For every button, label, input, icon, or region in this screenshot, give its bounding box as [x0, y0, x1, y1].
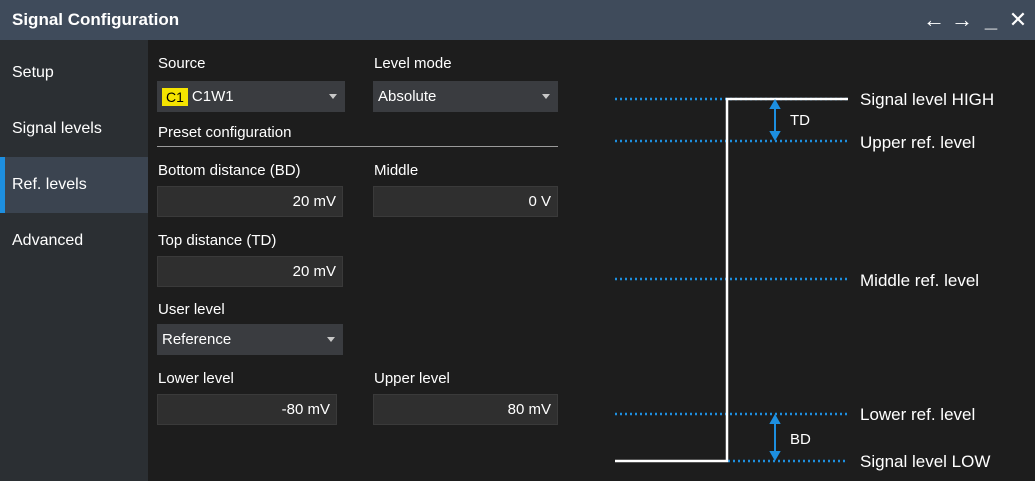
close-icon[interactable]: ✕	[1005, 6, 1031, 34]
sidebar: Setup Signal levels Ref. levels Advanced	[0, 40, 148, 481]
arrow-right-icon[interactable]: →	[949, 6, 975, 34]
sidebar-item-label: Advanced	[12, 232, 84, 249]
signal-level-high-label: Signal level HIGH	[860, 90, 994, 109]
sidebar-item-ref-levels[interactable]: Ref. levels	[0, 157, 148, 213]
bd-arrow	[769, 413, 781, 462]
minimize-icon[interactable]: _	[978, 6, 1004, 34]
lower-ref-level-label: Lower ref. level	[860, 405, 975, 424]
bd-label: BD	[790, 431, 811, 448]
dialog-title: Signal Configuration	[12, 10, 180, 29]
signal-configuration-dialog: Signal Configuration ← → _ ✕ Setup Signa…	[0, 0, 1035, 481]
title-bar: Signal Configuration ← → _ ✕	[0, 0, 1035, 40]
reference-levels-diagram: TD BD Signal level HIGH Upper ref. level…	[615, 90, 994, 471]
td-label: TD	[790, 112, 810, 129]
signal-level-low-label: Signal level LOW	[860, 452, 990, 471]
upper-ref-level-label: Upper ref. level	[860, 133, 975, 152]
sidebar-item-label: Setup	[12, 64, 54, 81]
td-arrow	[769, 98, 781, 142]
sidebar-item-label: Ref. levels	[12, 176, 87, 193]
ref-levels-panel: Source C1 C1W1 Level mode Absolute Prese…	[148, 40, 1035, 481]
sidebar-item-advanced[interactable]: Advanced	[0, 213, 148, 269]
middle-ref-level-label: Middle ref. level	[860, 271, 979, 290]
arrow-left-icon[interactable]: ←	[921, 6, 947, 34]
sidebar-item-signal-levels[interactable]: Signal levels	[0, 101, 148, 157]
sidebar-item-label: Signal levels	[12, 120, 102, 137]
sidebar-item-setup[interactable]: Setup	[0, 45, 148, 101]
